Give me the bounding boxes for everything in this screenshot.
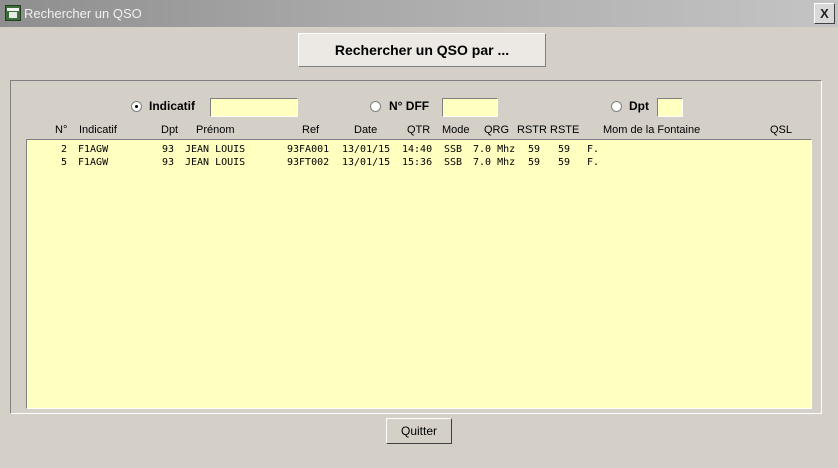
cell-date: 13/01/15	[342, 144, 391, 155]
col-header-date: Date	[354, 124, 378, 136]
dpt-input[interactable]	[657, 98, 683, 117]
app-icon	[5, 5, 21, 21]
col-header-dpt: Dpt	[161, 124, 179, 136]
cell-dpt: 93	[162, 157, 175, 168]
results-list[interactable]: 2 F1AGW 93 JEAN LOUIS 93FA001 13/01/15 1…	[26, 139, 812, 409]
cell-prenom: JEAN LOUIS	[185, 144, 246, 155]
col-header-qsl: QSL	[770, 124, 793, 136]
col-header-qtr: QTR	[407, 124, 431, 136]
radio-dpt[interactable]	[611, 101, 622, 112]
close-icon: X	[820, 6, 829, 21]
dff-input[interactable]	[442, 98, 498, 117]
col-header-rste: RSTE	[550, 124, 580, 136]
col-header-ref: Ref	[302, 124, 320, 136]
cell-n: 2	[61, 144, 68, 155]
col-header-qrg: QRG	[484, 124, 510, 136]
col-header-indicatif: Indicatif	[79, 124, 117, 136]
cell-fontaine: F.	[587, 144, 600, 155]
close-button[interactable]: X	[814, 3, 835, 24]
col-header-prenom: Prénom	[196, 124, 235, 136]
radio-dff[interactable]	[370, 101, 381, 112]
col-header-fontaine: Mom de la Fontaine	[603, 124, 701, 136]
cell-mode: SSB	[444, 144, 463, 155]
search-by-button[interactable]: Rechercher un QSO par ...	[298, 33, 546, 67]
cell-date: 13/01/15	[342, 157, 391, 168]
indicatif-input[interactable]	[210, 98, 298, 117]
col-header-rstr: RSTR	[517, 124, 547, 136]
cell-qrg: 7.0 Mhz	[473, 144, 516, 155]
title-bar: Rechercher un QSO X	[0, 0, 838, 27]
cell-indicatif: F1AGW	[78, 157, 109, 168]
cell-qtr: 15:36	[402, 157, 433, 168]
list-row[interactable]: 5 F1AGW 93 JEAN LOUIS 93FT002 13/01/15 1…	[27, 156, 811, 169]
col-header-mode: Mode	[442, 124, 470, 136]
label-dpt: Dpt	[629, 99, 649, 113]
cell-rste: 59	[558, 157, 571, 168]
cell-mode: SSB	[444, 157, 463, 168]
label-indicatif: Indicatif	[149, 99, 196, 113]
cell-fontaine: F.	[587, 157, 600, 168]
cell-rstr: 59	[528, 144, 541, 155]
label-dff: N° DFF	[389, 99, 430, 113]
cell-dpt: 93	[162, 144, 175, 155]
cell-qrg: 7.0 Mhz	[473, 157, 516, 168]
window-title: Rechercher un QSO	[24, 6, 142, 21]
quit-button[interactable]: Quitter	[386, 418, 452, 444]
list-row[interactable]: 2 F1AGW 93 JEAN LOUIS 93FA001 13/01/15 1…	[27, 143, 811, 156]
cell-n: 5	[61, 157, 68, 168]
col-header-n: N°	[55, 124, 68, 136]
cell-rste: 59	[558, 144, 571, 155]
cell-rstr: 59	[528, 157, 541, 168]
cell-ref: 93FA001	[287, 144, 330, 155]
cell-ref: 93FT002	[287, 157, 330, 168]
cell-indicatif: F1AGW	[78, 144, 109, 155]
radio-indicatif[interactable]	[131, 101, 142, 112]
cell-prenom: JEAN LOUIS	[185, 157, 246, 168]
cell-qtr: 14:40	[402, 144, 433, 155]
